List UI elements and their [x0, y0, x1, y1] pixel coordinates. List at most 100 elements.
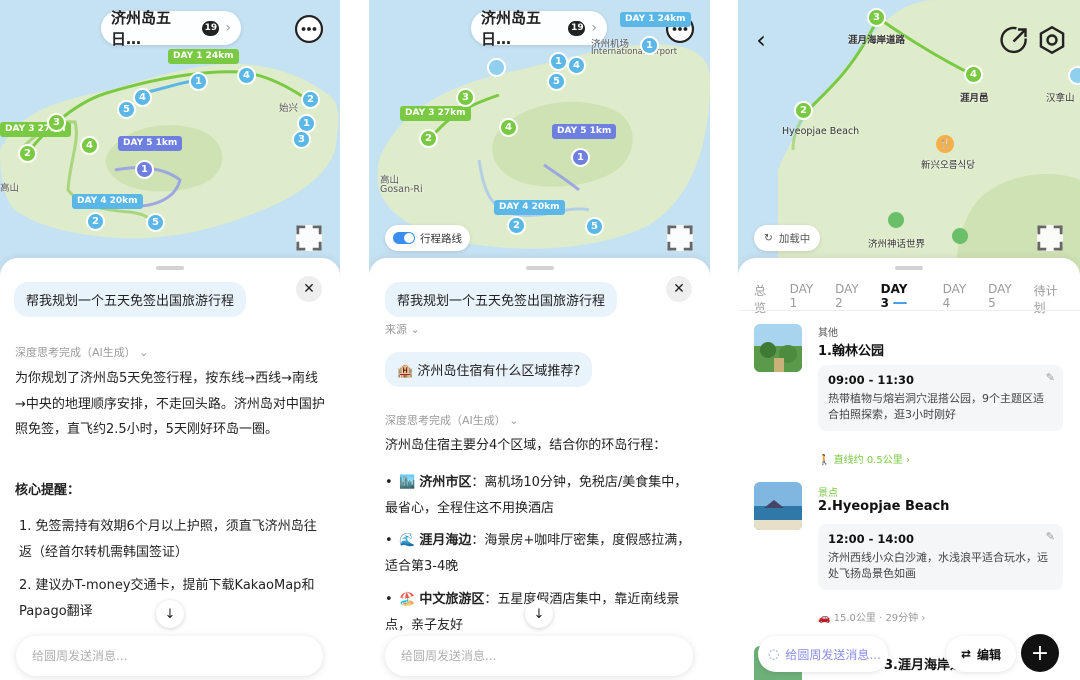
map-marker[interactable]: 1: [135, 160, 154, 179]
place-name: 1.翰林公园: [818, 344, 884, 359]
expand-icon: [1037, 225, 1063, 251]
drag-handle[interactable]: [156, 266, 184, 270]
user-message: 🏨 济州岛住宿有什么区域推荐?: [385, 352, 593, 387]
map-marker[interactable]: [487, 58, 506, 77]
chevron-down-icon: ⌄: [509, 414, 519, 427]
fullscreen-button[interactable]: [296, 225, 322, 251]
transit-info[interactable]: 🚶 直线约 0.5公里 ›: [818, 451, 910, 466]
plus-icon: +: [1030, 640, 1050, 666]
map-marker[interactable]: [1068, 66, 1080, 85]
loading-spinner-icon: ◌: [768, 646, 780, 662]
place-label: 汉拿山: [1046, 93, 1075, 104]
day-distance-tag: DAY 5 1km: [552, 124, 617, 139]
toggle-switch[interactable]: [393, 232, 415, 244]
map-marker[interactable]: 2: [86, 212, 105, 231]
arrow-down-icon: ↓: [164, 606, 176, 622]
chevron-right-icon: ›: [591, 20, 597, 36]
map-marker[interactable]: 2: [18, 144, 37, 163]
route-map[interactable]: 济州岛五日… 19 › DAY 1 24km 济州机场 Internationa…: [369, 0, 710, 300]
route-toggle[interactable]: 行程路线: [385, 225, 470, 251]
place-label: 济州神话世界: [868, 239, 926, 250]
category-label: 景点: [818, 488, 838, 499]
share-button[interactable]: [1000, 25, 1030, 55]
message-input[interactable]: ◌ 给圆周发送消息...: [758, 636, 888, 672]
more-options-button[interactable]: [294, 14, 324, 44]
tab-unplanned[interactable]: 待计划: [1034, 282, 1066, 315]
settings-button[interactable]: [1037, 25, 1067, 55]
scroll-down-button[interactable]: ↓: [156, 600, 184, 628]
schedule-box[interactable]: 12:00 - 14:00 济州西线小众白沙滩，水浅浪平适合玩水，远处飞扬岛景色…: [818, 524, 1063, 590]
back-button[interactable]: ‹: [746, 25, 776, 55]
source-toggle[interactable]: 来源 ⌄: [385, 321, 420, 337]
map-marker[interactable]: 1: [571, 148, 590, 167]
message-count-badge: 19: [568, 20, 586, 36]
fullscreen-button[interactable]: [1037, 225, 1063, 251]
tab-day-1[interactable]: DAY 1: [790, 282, 822, 310]
tab-day-2[interactable]: DAY 2: [835, 282, 867, 310]
map-marker[interactable]: 5: [547, 72, 566, 91]
route-map[interactable]: 济州岛五日… 19 › DAY 1 24km DAY 3 27km DAY 5 …: [0, 0, 340, 300]
map-marker[interactable]: 1: [640, 36, 659, 55]
day-distance-tag: DAY 1 24km: [620, 12, 691, 27]
trip-title: 济州岛五日…: [481, 9, 542, 48]
map-marker[interactable]: 2: [507, 216, 526, 235]
fullscreen-button[interactable]: [667, 225, 693, 251]
message-input[interactable]: 给圆周发送消息...: [16, 636, 323, 676]
transit-info[interactable]: 🚗 15.0公里 · 29分钟 ›: [818, 609, 925, 624]
map-marker[interactable]: 4: [499, 118, 518, 137]
map-marker[interactable]: 5: [146, 213, 165, 232]
map-marker[interactable]: 4: [80, 136, 99, 155]
map-marker[interactable]: 2: [301, 90, 320, 109]
add-button[interactable]: +: [1021, 634, 1059, 672]
map-marker[interactable]: 1: [189, 72, 208, 91]
chevron-down-icon: ⌄: [410, 323, 420, 336]
tab-day-3[interactable]: DAY 3: [881, 282, 929, 310]
thinking-status[interactable]: 深度思考完成（AI生成） ⌄: [385, 412, 519, 428]
map-marker[interactable]: 4: [133, 88, 152, 107]
map-marker[interactable]: 5: [117, 100, 136, 119]
trip-title-pill[interactable]: 济州岛五日… 19 ›: [101, 9, 241, 48]
day-distance-tag: DAY 4 20km: [72, 194, 143, 209]
map-marker[interactable]: 4: [237, 66, 256, 85]
place-label: 始兴: [279, 103, 299, 114]
drag-handle[interactable]: [525, 266, 554, 270]
place-label: 涯月邑: [960, 93, 989, 104]
day-distance-tag: DAY 5 1km: [118, 136, 183, 151]
tab-day-5[interactable]: DAY 5: [988, 282, 1020, 310]
chat-panel-1: 济州岛五日… 19 › DAY 1 24km DAY 3 27km DAY 5 …: [0, 0, 340, 680]
map-marker[interactable]: 4: [567, 56, 586, 75]
place-label: Gosan-Ri: [380, 184, 423, 195]
tab-overview[interactable]: 总览: [754, 282, 776, 315]
restaurant-icon[interactable]: 🍴: [936, 135, 954, 153]
drag-handle[interactable]: [895, 266, 923, 270]
map-marker[interactable]: 1: [549, 52, 568, 71]
map-marker[interactable]: 4: [964, 65, 983, 84]
edit-pencil-icon[interactable]: ✎: [1046, 530, 1055, 543]
map-marker[interactable]: 2: [794, 101, 813, 120]
park-icon: [952, 228, 968, 244]
time-range: 09:00 - 11:30: [828, 373, 914, 387]
message-input[interactable]: 给圆周发送消息...: [385, 636, 693, 676]
chevron-right-icon: ›: [905, 455, 910, 466]
thinking-status[interactable]: 深度思考完成（AI生成） ⌄: [15, 344, 149, 360]
place-label: 高山: [0, 183, 20, 194]
map-marker[interactable]: 3: [47, 113, 66, 132]
scroll-down-button[interactable]: ↓: [525, 600, 553, 628]
list-item: • 🏙️ 济州市区：离机场10分钟，免税店/美食集中，最省心，全程住这不用换酒店: [385, 475, 688, 516]
tab-day-4[interactable]: DAY 4: [943, 282, 975, 310]
close-button[interactable]: ✕: [296, 276, 322, 302]
map-marker[interactable]: 3: [292, 130, 311, 149]
map-marker[interactable]: 3: [867, 8, 886, 27]
map-marker[interactable]: 3: [456, 88, 475, 107]
edit-pencil-icon[interactable]: ✎: [1046, 371, 1055, 384]
route-map[interactable]: ‹ 3 涯月海岸道路 4 涯月邑 2 Hyeopjae Beach 🍴 新兴오름…: [738, 0, 1080, 300]
map-marker[interactable]: 2: [419, 129, 438, 148]
place-label: 涯月海岸道路: [848, 35, 906, 46]
map-marker[interactable]: 5: [585, 217, 604, 236]
close-button[interactable]: ✕: [666, 276, 692, 302]
trip-title-pill[interactable]: 济州岛五日… 19 ›: [471, 9, 607, 48]
edit-button[interactable]: ⇄ 编辑: [946, 636, 1016, 672]
schedule-box[interactable]: 09:00 - 11:30 热带植物与熔岩洞穴混搭公园，9个主题区适合拍照探索，…: [818, 365, 1063, 431]
arrow-down-icon: ↓: [533, 606, 545, 622]
car-icon: 🚗: [818, 613, 831, 624]
